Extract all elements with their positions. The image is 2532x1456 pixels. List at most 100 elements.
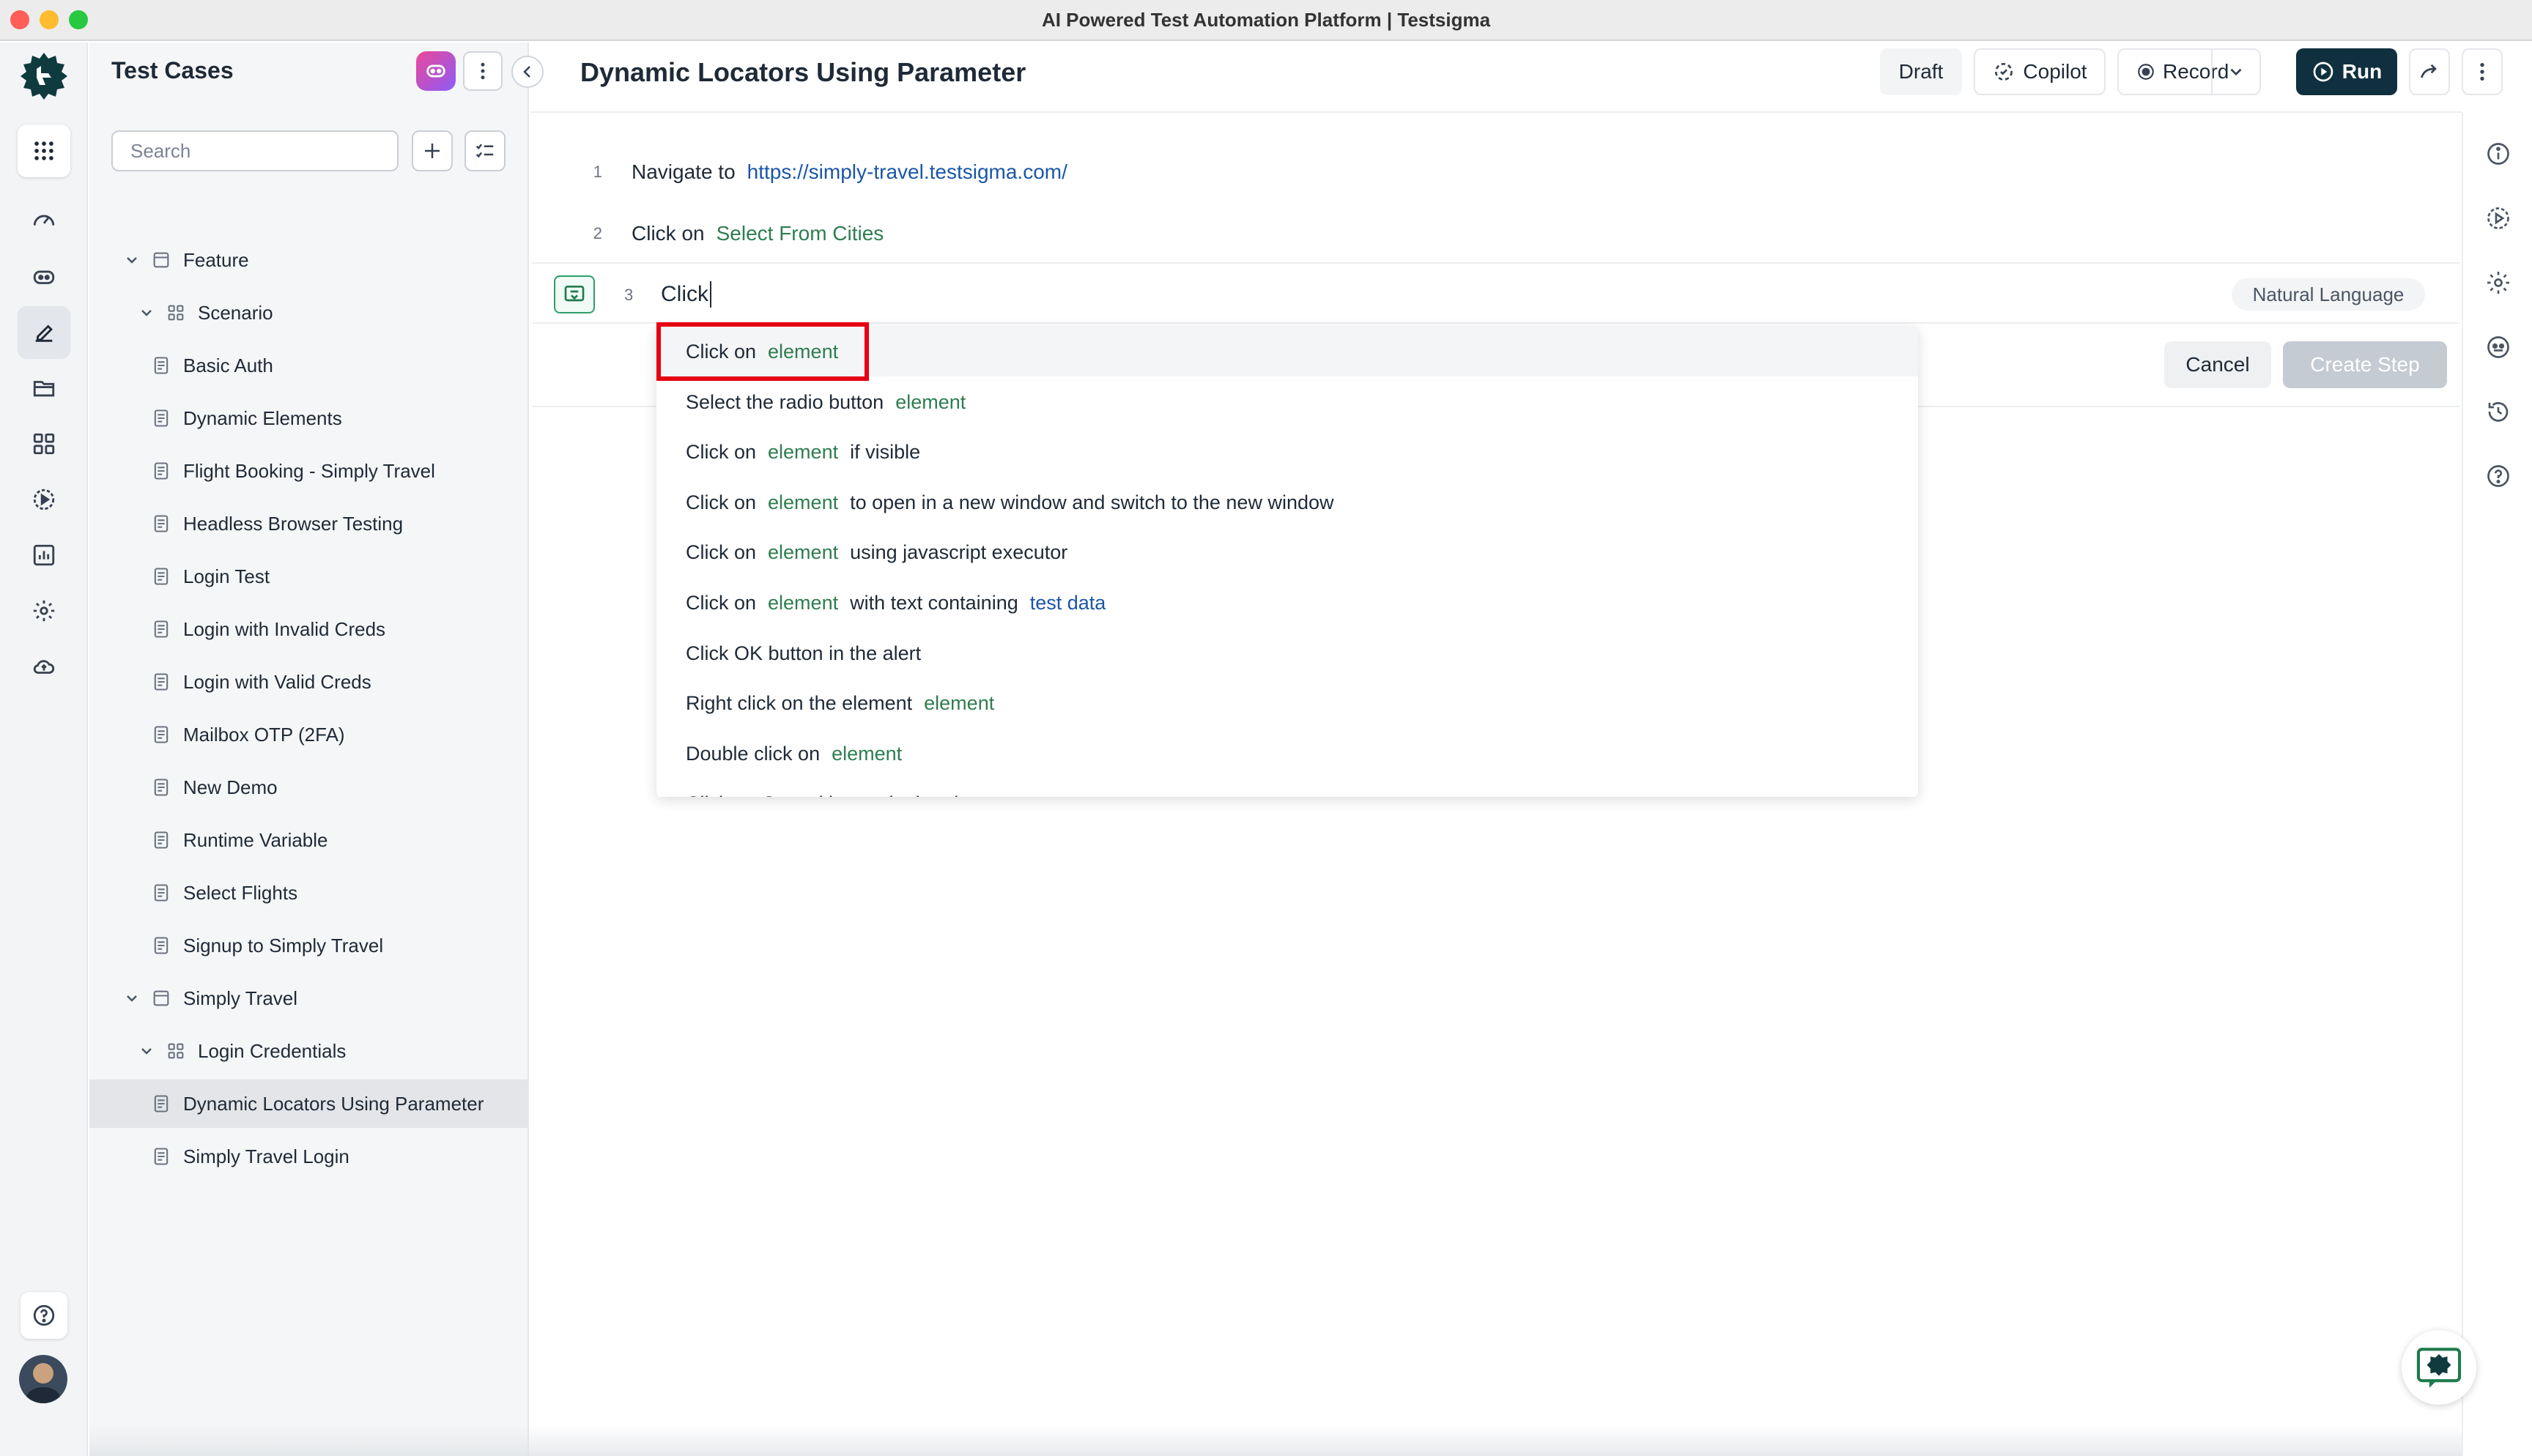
suggestion-text: Click on xyxy=(686,591,757,614)
panel-more-options-button[interactable] xyxy=(463,51,503,91)
tree-item-label: Feature xyxy=(183,248,249,271)
tree-test-case[interactable]: Login Test xyxy=(89,552,528,601)
step-parameter[interactable]: https://simply-travel.testsigma.com/ xyxy=(747,160,1067,184)
user-avatar[interactable] xyxy=(19,1355,67,1403)
modules-grid-icon[interactable] xyxy=(18,417,70,470)
share-icon xyxy=(2421,64,2437,78)
create-step-button[interactable]: Create Step xyxy=(2283,341,2447,388)
bulk-select-button[interactable] xyxy=(464,130,506,171)
tree-item-label: New Demo xyxy=(183,776,278,798)
suggestion-item[interactable]: Right click on the element element xyxy=(656,678,1918,728)
reports-chart-icon[interactable] xyxy=(18,529,70,582)
tree-scenario-group[interactable]: Login Credentials xyxy=(89,1027,528,1075)
suggestion-parameter: element xyxy=(768,541,839,563)
cloud-upload-icon[interactable] xyxy=(18,640,70,693)
collapse-panel-button[interactable] xyxy=(511,56,544,88)
tree-scenario-group[interactable]: Scenario xyxy=(89,289,528,337)
chevron-down-icon[interactable] xyxy=(123,989,141,1007)
suggestion-parameter: element xyxy=(895,390,966,413)
draft-status-button[interactable]: Draft xyxy=(1880,48,1962,95)
suggestion-item[interactable]: Double click on element xyxy=(656,729,1918,779)
natural-language-mode-toggle[interactable]: Natural Language xyxy=(2232,278,2425,311)
tree-item-label: Select Flights xyxy=(183,881,298,904)
suggestion-item[interactable]: Select the radio button element xyxy=(656,377,1918,427)
suggestion-item[interactable]: Click on Cancel button in the alert xyxy=(656,779,1918,798)
run-button[interactable]: Run xyxy=(2296,48,2397,95)
chevron-down-icon[interactable] xyxy=(138,304,155,322)
suggestion-item[interactable]: Click OK button in the alert xyxy=(656,628,1918,678)
tree-test-case[interactable]: Login with Invalid Creds xyxy=(89,605,528,653)
suggestion-item[interactable]: Click on element if visible xyxy=(656,427,1918,477)
more-options-button[interactable] xyxy=(2462,48,2503,95)
tree-test-case[interactable]: Runtime Variable xyxy=(89,816,528,864)
suggestion-item[interactable]: Click on element with text containing test … xyxy=(656,578,1918,628)
suggestion-text: Right click on the element xyxy=(686,691,913,714)
ai-agent-icon[interactable] xyxy=(18,250,70,303)
run-history-icon[interactable] xyxy=(2484,204,2513,233)
settings-icon[interactable] xyxy=(2484,268,2513,297)
runs-play-icon[interactable] xyxy=(18,473,70,526)
record-button[interactable]: Record xyxy=(2117,48,2261,95)
step-parameter[interactable]: Select From Cities xyxy=(717,222,884,245)
step-input[interactable] xyxy=(661,277,1980,312)
tree-test-case[interactable]: Dynamic Locators Using Parameter xyxy=(89,1080,528,1128)
copilot-button[interactable]: Copilot xyxy=(1974,48,2106,95)
support-chat-icon[interactable] xyxy=(2402,1330,2476,1405)
chevron-down-icon[interactable] xyxy=(138,1042,155,1060)
add-test-case-button[interactable] xyxy=(412,130,453,171)
tree-test-case[interactable]: Login with Valid Creds xyxy=(89,658,528,706)
play-icon xyxy=(2313,62,2333,82)
tree-test-case[interactable]: Simply Travel Login xyxy=(89,1132,528,1181)
folder-icon[interactable] xyxy=(18,362,70,415)
search-input[interactable] xyxy=(111,130,399,171)
tree-item-label: Simply Travel xyxy=(183,987,298,1009)
suggestion-item[interactable]: Click on element using javascript executor xyxy=(656,527,1918,577)
suggestion-text: if visible xyxy=(850,440,921,463)
tree-test-case[interactable]: Signup to Simply Travel xyxy=(89,921,528,970)
settings-gear-icon[interactable] xyxy=(18,584,70,637)
suggestion-text: with text containing xyxy=(850,591,1018,614)
tree-test-case[interactable]: Headless Browser Testing xyxy=(89,499,528,548)
share-button[interactable] xyxy=(2409,48,2450,95)
tree-feature-folder[interactable]: Simply Travel xyxy=(89,974,528,1022)
tree-feature-folder[interactable]: Feature xyxy=(89,236,528,284)
tree-item-label: Runtime Variable xyxy=(183,828,328,851)
tree-test-case[interactable]: Dynamic Elements xyxy=(89,394,528,442)
tree-test-case[interactable]: New Demo xyxy=(89,763,528,811)
suggestion-text: Select the radio button xyxy=(686,390,884,413)
testsigma-logo-icon[interactable] xyxy=(19,51,69,101)
suggestion-text: to open in a new window and switch to th… xyxy=(850,491,1334,513)
test-case-document-icon xyxy=(154,1095,169,1113)
scenario-grid-icon xyxy=(168,305,184,321)
info-icon[interactable] xyxy=(2484,139,2513,168)
tree-test-case[interactable]: Flight Booking - Simply Travel xyxy=(89,447,528,495)
test-cases-pencil-icon[interactable] xyxy=(18,306,70,359)
test-case-document-icon xyxy=(154,1148,169,1165)
ai-icon[interactable] xyxy=(2484,333,2513,362)
history-icon[interactable] xyxy=(2484,397,2513,426)
dashboard-icon[interactable] xyxy=(18,195,70,248)
test-case-document-icon xyxy=(154,620,169,638)
tree-test-case[interactable]: Select Flights xyxy=(89,869,528,917)
record-icon xyxy=(2138,64,2154,80)
right-tool-rail xyxy=(2462,113,2532,1456)
ai-assistant-icon[interactable] xyxy=(416,51,456,91)
tree-item-label: Flight Booking - Simply Travel xyxy=(183,459,435,482)
tree-test-case[interactable]: Basic Auth xyxy=(89,341,528,390)
test-case-document-icon xyxy=(154,357,169,374)
cancel-button[interactable]: Cancel xyxy=(2164,341,2271,388)
help-icon[interactable] xyxy=(21,1292,67,1339)
chevron-down-icon[interactable] xyxy=(123,251,141,269)
tree-item-label: Basic Auth xyxy=(183,354,273,376)
tree-item-label: Headless Browser Testing xyxy=(183,512,404,535)
suggestion-item[interactable]: Click on element xyxy=(656,327,1918,376)
test-step-row[interactable]: 2 Click on Select From Cities xyxy=(532,204,2460,264)
help-icon[interactable] xyxy=(2484,461,2513,491)
suggestion-item[interactable]: Click on element to open in a new window a… xyxy=(656,478,1918,527)
step-type-icon[interactable] xyxy=(554,275,595,313)
suggestion-text: Double click on xyxy=(686,742,821,765)
apps-grid-icon[interactable] xyxy=(18,125,70,177)
tree-test-case[interactable]: Mailbox OTP (2FA) xyxy=(89,710,528,759)
record-options-chevron-down-icon[interactable] xyxy=(2211,50,2259,94)
test-step-row[interactable]: 1 Navigate to https://simply-travel.testsi… xyxy=(532,142,2460,202)
